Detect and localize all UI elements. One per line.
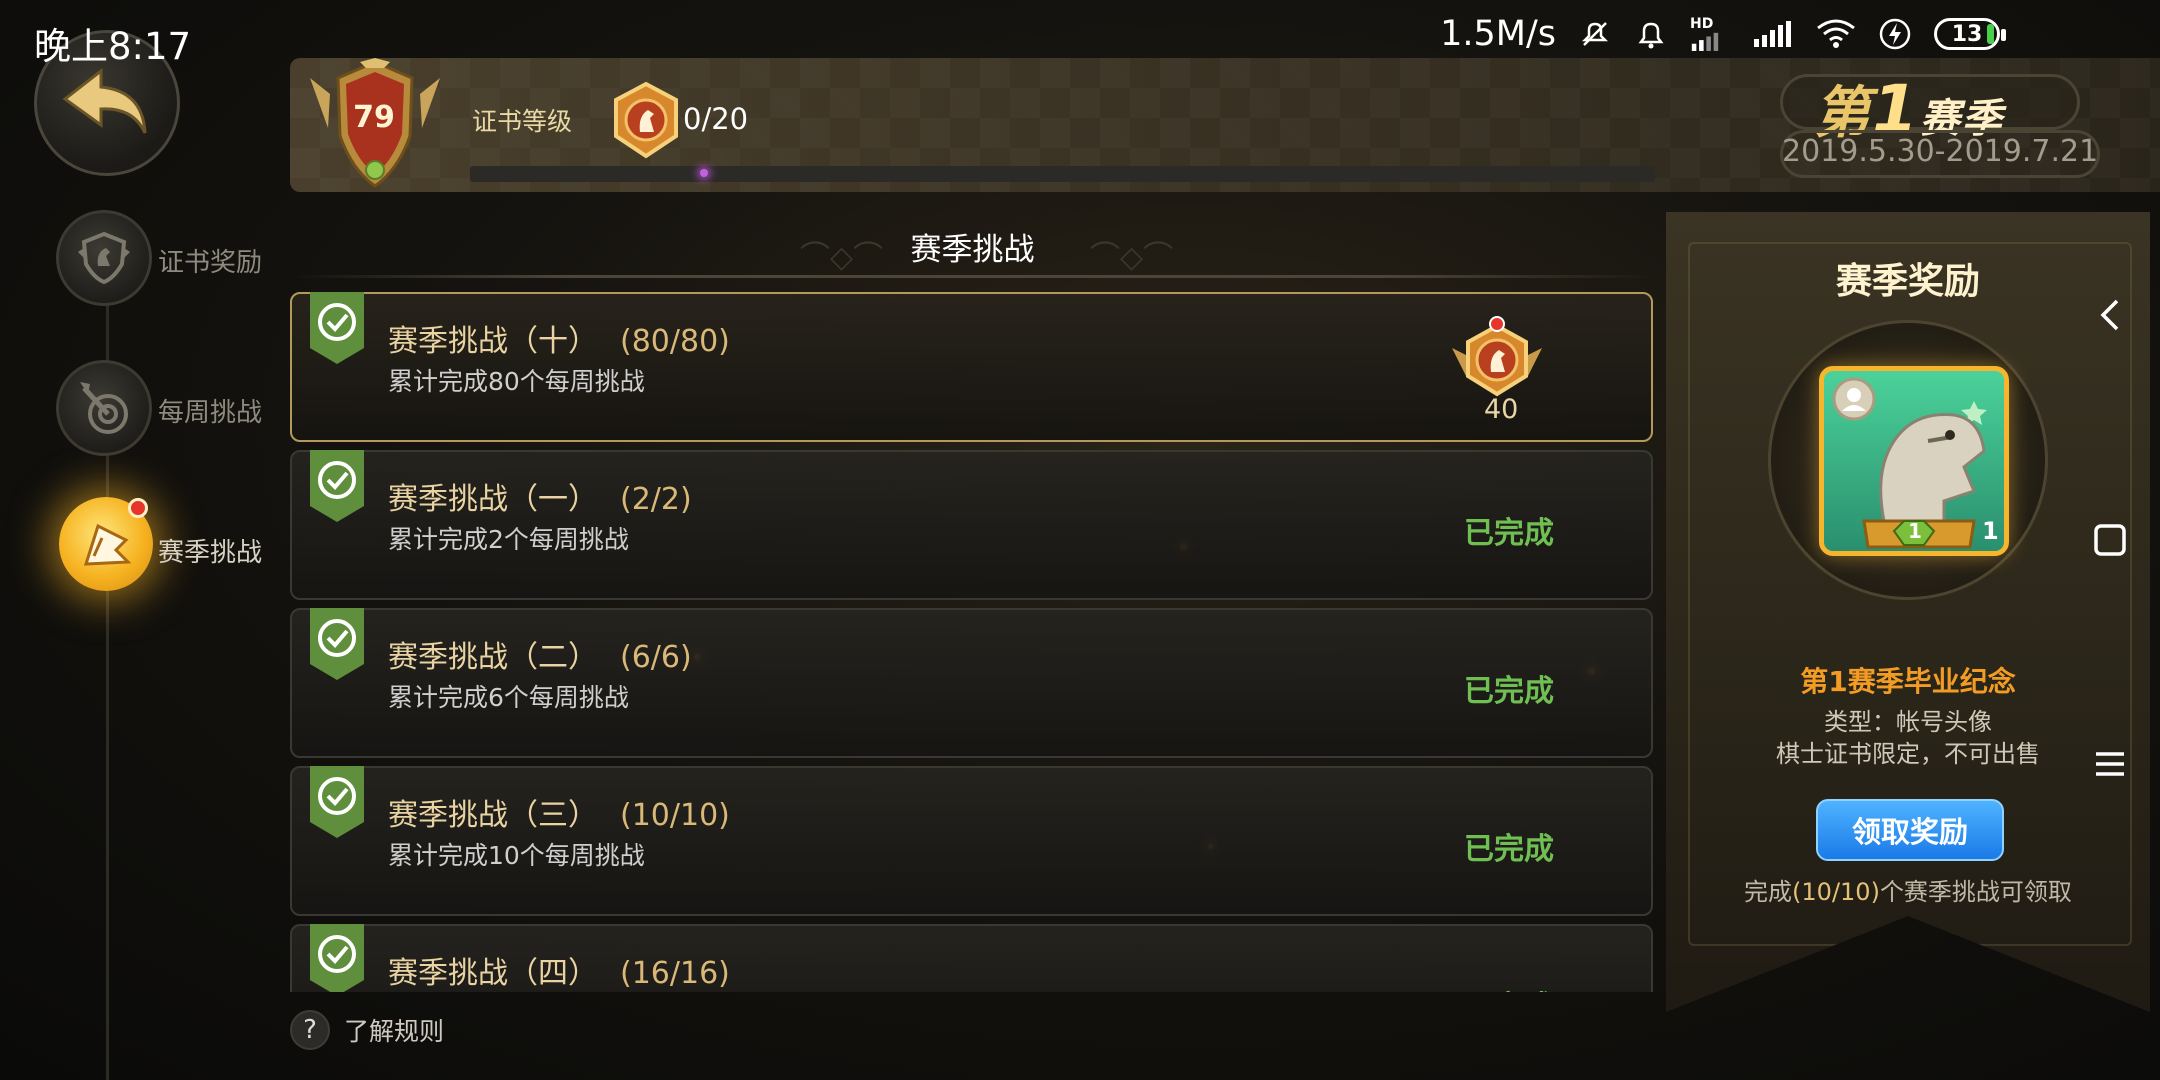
mute-icon — [1578, 17, 1612, 51]
challenge-progress: (6/6) — [620, 640, 692, 675]
challenge-list[interactable]: 赛季挑战（十） (80/80) 累计完成80个每周挑战 40 赛季挑战（一） (2/… — [290, 290, 1655, 992]
cell-signal-icon — [1754, 17, 1794, 51]
status-bar: 晚上8:17 1.5M/s HD 13 — [0, 0, 2160, 78]
check-shield-icon — [310, 924, 364, 992]
horse-medal-icon — [604, 80, 688, 160]
season-header: 第1赛季 2019.5.30-2019.7.21 — [1780, 60, 2110, 180]
cert-progress-bar — [470, 166, 1655, 182]
check-shield-icon — [310, 450, 364, 522]
menu-nav-icon[interactable] — [2082, 736, 2138, 792]
bell-icon — [1634, 17, 1668, 51]
completed-status: 已完成 — [1464, 832, 1554, 867]
nav-item-label: 证书奖励 — [158, 248, 263, 278]
claim-reward-button[interactable]: 领取奖励 — [1816, 799, 2004, 861]
reward-count: 40 — [1484, 394, 1519, 425]
progress-sparkle — [700, 169, 708, 177]
challenge-card[interactable]: 赛季挑战（三） (10/10) 累计完成10个每周挑战 已完成 — [290, 766, 1653, 916]
challenge-title: 赛季挑战（四） (16/16) — [388, 956, 730, 991]
claim-hint-count: (10/10) — [1792, 878, 1880, 906]
home-nav-icon[interactable] — [2082, 512, 2138, 568]
nav-item-label: 赛季挑战 — [158, 538, 263, 568]
completed-status: 已完成 — [1464, 982, 1554, 992]
reward-item-type: 类型：帐号头像 — [1824, 708, 1992, 736]
question-icon: ? — [290, 1010, 330, 1050]
nav-item-label: 每周挑战 — [158, 398, 263, 428]
rules-link[interactable]: ? 了解规则 — [290, 1010, 444, 1050]
check-shield-icon — [310, 766, 364, 838]
check-shield-icon — [310, 292, 364, 364]
completed-status: 已完成 — [1464, 674, 1554, 709]
challenge-title: 赛季挑战（一） (2/2) — [388, 482, 692, 517]
reward-title: 赛季奖励 — [1835, 261, 1980, 302]
card-count: 1 — [1982, 517, 1999, 545]
reward-item-limit: 棋士证书限定，不可出售 — [1776, 740, 2040, 768]
challenge-progress: (2/2) — [620, 482, 692, 517]
battery-icon: 13 — [1934, 18, 2006, 50]
challenge-title: 赛季挑战（二） (6/6) — [388, 640, 692, 675]
notification-dot — [128, 498, 148, 518]
status-time: 晚上8:17 — [34, 25, 192, 68]
status-indicators: 1.5M/s HD 13 — [1440, 14, 2006, 54]
season-dates: 2019.5.30-2019.7.21 — [1782, 134, 2099, 169]
cert-level-label: 证书等级 — [472, 107, 573, 136]
challenge-title: 赛季挑战（三） (10/10) — [388, 798, 730, 833]
back-nav-icon[interactable] — [2082, 287, 2138, 343]
challenge-desc: 累计完成2个每周挑战 — [388, 525, 629, 554]
card-level: 1 — [1908, 519, 1922, 543]
challenge-card[interactable]: 赛季挑战（十） (80/80) 累计完成80个每周挑战 40 — [290, 292, 1653, 442]
nav-item-season-challenges[interactable]: 赛季挑战 — [56, 497, 266, 600]
shield-horse-icon — [56, 210, 152, 306]
nav-item-weekly-challenges[interactable]: 每周挑战 — [56, 360, 266, 460]
target-arrow-icon — [56, 360, 152, 456]
reward-item-card[interactable]: 1 1 — [1819, 366, 2009, 556]
challenge-desc: 累计完成10个每周挑战 — [388, 841, 645, 870]
net-speed: 1.5M/s — [1440, 14, 1556, 54]
claim-hint: 完成(10/10)个赛季挑战可领取 — [1744, 878, 2072, 906]
section-title-text: 赛季挑战 — [910, 232, 1035, 268]
challenge-desc: 累计完成6个每周挑战 — [388, 683, 629, 712]
challenge-card[interactable]: 赛季挑战（一） (2/2) 累计完成2个每周挑战 已完成 — [290, 450, 1653, 600]
challenge-progress: (80/80) — [620, 324, 730, 359]
challenge-desc: 累计完成80个每周挑战 — [388, 367, 645, 396]
season-reward-panel: 赛季奖励 1 1 第1赛季毕业纪念 类型：帐号头像 棋士证书限定，不可出售 领取… — [1666, 212, 2150, 1012]
challenge-progress: (10/10) — [620, 798, 730, 833]
cert-progress-count: 0/20 — [683, 102, 749, 136]
rules-label: 了解规则 — [344, 1017, 445, 1046]
check-shield-icon — [310, 608, 364, 680]
hd-signal-icon: HD — [1690, 17, 1732, 51]
challenge-card[interactable]: 赛季挑战（四）(16/16) 已完成 — [290, 924, 1653, 992]
battery-level: 13 — [1951, 21, 1983, 47]
level-badge: 79 — [300, 58, 450, 198]
charging-icon — [1878, 17, 1912, 51]
hd-label: HD — [1690, 16, 1714, 32]
wifi-icon — [1816, 17, 1856, 51]
challenge-title: 赛季挑战（十） (80/80) — [388, 324, 730, 359]
challenge-progress: (16/16) — [620, 956, 730, 991]
reward-item-name: 第1赛季毕业纪念 — [1800, 665, 2016, 698]
challenge-card[interactable]: 赛季挑战（二） (6/6) 累计完成6个每周挑战 已完成 — [290, 608, 1653, 758]
nav-item-cert-rewards[interactable]: 证书奖励 — [56, 210, 266, 310]
completed-status: 已完成 — [1464, 516, 1554, 551]
level-number: 79 — [353, 100, 395, 135]
section-title: 赛季挑战 — [290, 212, 1655, 276]
